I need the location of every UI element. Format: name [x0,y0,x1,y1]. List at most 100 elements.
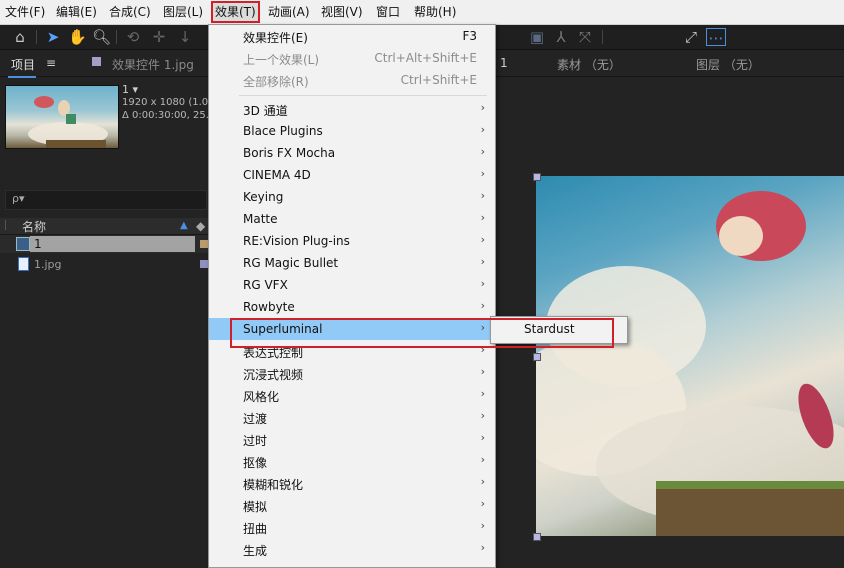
submenu-arrow-icon: › [480,167,485,180]
menu-item-label: 抠像 [243,456,268,470]
submenu-arrow-icon: › [480,475,485,488]
menu-item-category[interactable]: Keying › [209,186,495,208]
composition-icon [16,237,30,251]
menu-item-category[interactable]: Rowbyte › [209,296,495,318]
menu-item-label: Boris FX Mocha [243,146,336,160]
menu-item-shortcut: Ctrl+Shift+E [400,73,477,87]
column-name-header[interactable]: 名称 [22,218,46,235]
label-column-icon[interactable]: ◆ [196,219,205,233]
menu-window[interactable]: 窗口 [376,0,400,24]
menu-item-label: 上一个效果(L) [243,53,320,67]
menu-item-category[interactable]: RG Magic Bullet › [209,252,495,274]
menu-bar: 文件(F) 编辑(E) 合成(C) 图层(L) 效果(T) 动画(A) 视图(V… [0,0,844,25]
tab-layer[interactable]: 图层 （无） [696,56,760,73]
project-thumbnail [5,85,119,149]
menu-item-label: RG VFX [243,278,288,292]
menu-item-category[interactable]: 扭曲 › [209,516,495,538]
menu-animation[interactable]: 动画(A) [268,0,310,24]
menu-file[interactable]: 文件(F) [5,0,45,24]
home-icon[interactable]: ⌂ [11,28,29,46]
search-icon: ρ▾ [12,192,25,205]
effect-controls-color-icon [92,57,101,66]
menu-item-category[interactable]: Matte › [209,208,495,230]
menu-item-label: CINEMA 4D [243,168,311,182]
menu-item-category[interactable]: 沉浸式视频 › [209,362,495,384]
menu-item-category[interactable]: 风格化 › [209,384,495,406]
submenu-arrow-icon: › [480,211,485,224]
menu-item-category[interactable]: Blace Plugins › [209,120,495,142]
layer-handle[interactable] [533,173,541,181]
menu-item-category[interactable]: 抠像 › [209,450,495,472]
menu-item-category[interactable]: CINEMA 4D › [209,164,495,186]
menu-item-label: RG Magic Bullet [243,256,339,270]
pan-behind-tool-icon[interactable]: ✛ [150,28,168,46]
menu-item-effect-controls[interactable]: 效果控件(E) F3 [209,25,495,47]
menu-item-label: 扭曲 [243,522,268,536]
thumbnail-art [28,96,108,148]
3d-view-icon[interactable]: ▣ [528,28,546,46]
menu-item-label: 生成 [243,544,268,558]
menu-item-category[interactable]: Boris FX Mocha › [209,142,495,164]
submenu-arrow-icon: › [480,101,485,114]
layer-handle[interactable] [533,533,541,541]
layer-handle[interactable] [533,353,541,361]
menu-help[interactable]: 帮助(H) [414,0,456,24]
menu-item-category[interactable]: 过渡 › [209,406,495,428]
pin-tool-icon[interactable]: ↓ [176,28,194,46]
composition-image [536,191,844,536]
tab-footage[interactable]: 素材 （无） [557,56,621,73]
menu-item-label: 风格化 [243,390,280,404]
selection-tool-icon[interactable]: ➤ [44,28,62,46]
zoom-tool-icon[interactable]: 🔍︎ [92,28,111,46]
rotate-tool-icon[interactable]: ⟲ [124,28,142,46]
menu-item-last-effect[interactable]: 上一个效果(L) Ctrl+Alt+Shift+E [209,47,495,69]
menu-item-label: Keying [243,190,284,204]
menu-view[interactable]: 视图(V) [321,0,363,24]
project-item-name: 1 ▾ [122,83,139,96]
menu-layer[interactable]: 图层(L) [163,0,203,24]
menu-item-remove-all[interactable]: 全部移除(R) Ctrl+Shift+E [209,69,495,91]
submenu-arrow-icon: › [480,497,485,510]
project-item-duration: Δ 0:00:30:00, 25.0 [122,110,216,121]
menu-effect[interactable]: 效果(T) [211,1,260,23]
label-column-divider [5,220,14,230]
submenu-arrow-icon: › [480,365,485,378]
menu-item-shortcut: F3 [462,29,477,43]
grid-snap-icon[interactable]: ⋯ [706,28,726,47]
menu-item-category[interactable]: 模糊和锐化 › [209,472,495,494]
menu-item-category[interactable]: 过时 › [209,428,495,450]
menu-item-category[interactable]: 模拟 › [209,494,495,516]
snap-tool-icon[interactable]: ⤢ [682,28,700,46]
axis-icon[interactable]: ⅄ [552,28,570,46]
hand-tool-icon[interactable]: ✋ [68,28,87,46]
project-search-input[interactable]: ρ▾ [5,190,207,210]
transform-icon[interactable]: ⤧ [576,28,594,46]
project-item-size: 1920 x 1080 (1.00 [122,97,215,108]
tab-project[interactable]: 项目 [11,56,35,73]
menu-item-category[interactable]: RG VFX › [209,274,495,296]
project-list-header: 名称 ▲ ◆ [0,218,208,235]
panel-menu-icon[interactable]: ≡ [46,56,56,70]
submenu-arrow-icon: › [480,123,485,136]
list-item[interactable]: 1 [0,235,208,253]
menu-item-category[interactable]: RE:Vision Plug-ins › [209,230,495,252]
sort-ascending-icon[interactable]: ▲ [180,220,188,231]
menu-edit[interactable]: 编辑(E) [56,0,97,24]
submenu-arrow-icon: › [480,431,485,444]
submenu-arrow-icon: › [480,387,485,400]
submenu-arrow-icon: › [480,189,485,202]
menu-composition[interactable]: 合成(C) [109,0,151,24]
tab-effect-controls[interactable]: 效果控件 1.jpg [112,56,194,73]
menu-item-label: 模拟 [243,500,268,514]
composition-viewer[interactable] [536,176,844,536]
label-color-swatch [200,240,208,248]
menu-item-label: 过时 [243,434,268,448]
toolbar-divider [602,30,603,44]
menu-item-category[interactable]: 3D 通道 › [209,98,495,120]
menu-item-label: Matte [243,212,278,226]
submenu-arrow-icon: › [480,255,485,268]
tab-composition-fragment[interactable]: 1 [500,56,508,70]
menu-item-category[interactable]: 生成 › [209,538,495,560]
list-item[interactable]: 1.jpg [0,255,208,273]
menu-item-label: 过渡 [243,412,268,426]
